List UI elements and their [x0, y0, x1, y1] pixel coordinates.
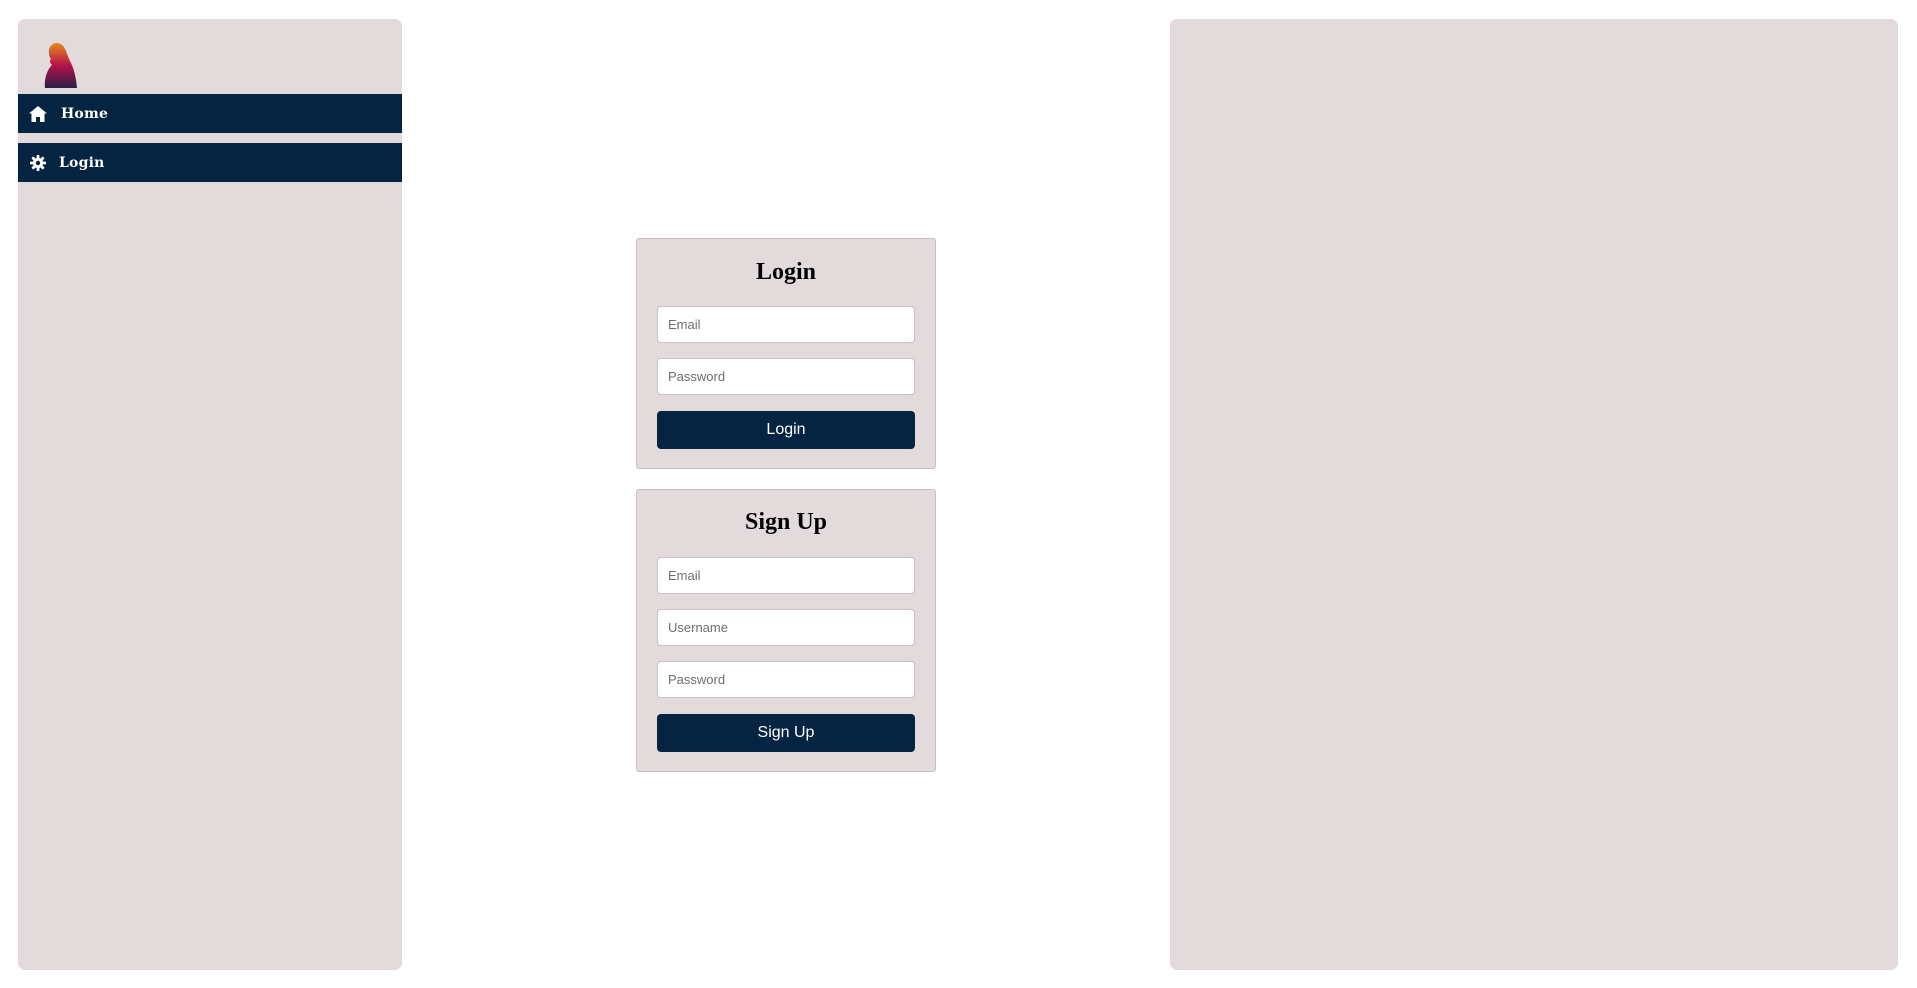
- login-button[interactable]: Login: [657, 411, 915, 449]
- signup-card: Sign Up Sign Up: [636, 489, 936, 772]
- sidebar-item-login[interactable]: Login: [18, 143, 402, 182]
- signup-button[interactable]: Sign Up: [657, 714, 915, 752]
- content-panel: [1170, 19, 1898, 970]
- login-title: Login: [755, 259, 817, 285]
- sidebar: Home Login: [18, 19, 402, 970]
- home-icon: [28, 104, 48, 124]
- login-email-input[interactable]: [657, 306, 915, 343]
- gear-icon: [28, 153, 48, 173]
- signup-password-input[interactable]: [657, 661, 915, 698]
- signup-username-input[interactable]: [657, 609, 915, 646]
- login-password-input[interactable]: [657, 358, 915, 395]
- sidebar-item-label: Home: [61, 105, 109, 122]
- hooded-figure-logo-icon[interactable]: [40, 39, 80, 89]
- sidebar-item-label: Login: [59, 154, 105, 171]
- sidebar-item-home[interactable]: Home: [18, 94, 402, 133]
- signup-title: Sign Up: [744, 509, 828, 535]
- signup-email-input[interactable]: [657, 557, 915, 594]
- login-card: Login Login: [636, 238, 936, 469]
